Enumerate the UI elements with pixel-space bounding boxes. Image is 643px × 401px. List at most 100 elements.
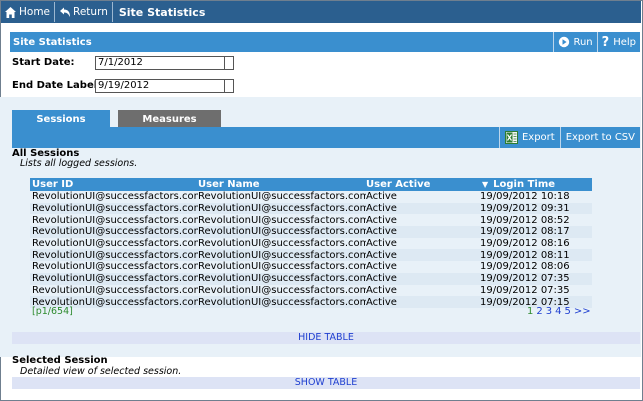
page-link-1[interactable]: 1 — [527, 306, 533, 317]
end-date-divider — [224, 79, 225, 93]
table-row[interactable]: RevolutionUI@successfactors.com Revolutio… — [30, 214, 592, 227]
section-header: Site Statistics Run ? Help — [10, 32, 640, 52]
run-button[interactable]: Run — [553, 32, 596, 52]
tab-sessions[interactable]: Sessions — [12, 110, 110, 128]
cell-user-active: Active — [366, 203, 397, 215]
cell-user-id: RevolutionUI@successfactors.com — [32, 284, 198, 296]
end-date-label: End Date Label: — [12, 80, 102, 91]
cell-login-time: 19/09/2012 08:16 — [480, 238, 570, 250]
page-info: [p1/654] — [32, 306, 73, 317]
cell-user-id: RevolutionUI@successfactors.com — [32, 226, 198, 238]
table-row[interactable]: RevolutionUI@successfactors.com Revolutio… — [30, 249, 592, 262]
table-row[interactable]: RevolutionUI@successfactors.com Revolutio… — [30, 272, 592, 285]
cell-user-active: Active — [366, 284, 397, 296]
sessions-table: User ID User Name User Active ▼ Login Tim… — [30, 178, 592, 308]
return-button[interactable]: Return — [55, 2, 113, 22]
cell-login-time: 19/09/2012 10:18 — [480, 191, 570, 203]
start-date-value: 7/1/2012 — [98, 57, 143, 68]
cell-user-id: RevolutionUI@successfactors.com — [32, 214, 198, 226]
page-link-2[interactable]: 2 — [536, 306, 542, 317]
export-label: Export — [521, 132, 555, 143]
table-body: RevolutionUI@successfactors.com Revolutio… — [30, 191, 592, 308]
page-link-5[interactable]: 5 — [565, 306, 571, 317]
table-row[interactable]: RevolutionUI@successfactors.com Revolutio… — [30, 191, 592, 203]
sort-descending-icon: ▼ — [482, 180, 489, 189]
run-icon — [559, 36, 570, 48]
cell-user-id: RevolutionUI@successfactors.com — [32, 273, 198, 285]
all-sessions-subtitle: Lists all logged sessions. — [20, 158, 138, 169]
cell-login-time: 19/09/2012 07:35 — [480, 273, 570, 285]
table-row[interactable]: RevolutionUI@successfactors.com Revolutio… — [30, 202, 592, 215]
column-header-user-id[interactable]: User ID — [30, 179, 198, 190]
table-row[interactable]: RevolutionUI@successfactors.com Revolutio… — [30, 284, 592, 297]
page-title: Site Statistics — [118, 5, 206, 19]
pagination: 1 2 3 4 5 >> — [527, 306, 591, 317]
section-title: Site Statistics — [13, 36, 92, 48]
table-row[interactable]: RevolutionUI@successfactors.com Revolutio… — [30, 226, 592, 238]
cell-login-time: 19/09/2012 09:31 — [480, 203, 570, 215]
help-icon: ? — [601, 34, 610, 50]
help-label: Help — [613, 36, 636, 48]
cell-user-name: RevolutionUI@successfactors.com — [198, 214, 366, 226]
end-date-input[interactable]: 9/19/2012 — [95, 79, 234, 93]
cell-user-active: Active — [366, 238, 397, 250]
cell-user-active: Active — [366, 273, 397, 285]
table-row[interactable]: RevolutionUI@successfactors.com Revolutio… — [30, 237, 592, 250]
return-label: Return — [73, 6, 108, 18]
top-nav-bar: Home Return Site Statistics — [1, 1, 641, 23]
cell-user-active: Active — [366, 296, 397, 308]
tab-measures[interactable]: Measures — [118, 110, 221, 128]
selected-session-subtitle: Detailed view of selected session. — [20, 366, 182, 377]
cell-user-name: RevolutionUI@successfactors.com — [198, 226, 366, 238]
home-icon — [5, 6, 16, 18]
page-next-link[interactable]: >> — [574, 306, 591, 317]
column-header-login-time[interactable]: ▼ Login Time — [480, 179, 592, 190]
cell-login-time: 19/09/2012 08:17 — [480, 226, 570, 238]
return-icon — [60, 7, 71, 17]
cell-user-active: Active — [366, 226, 397, 238]
page-link-4[interactable]: 4 — [555, 306, 561, 317]
export-csv-label: Export to CSV — [565, 132, 635, 143]
start-date-divider — [224, 56, 225, 70]
show-table-button[interactable]: SHOW TABLE — [12, 377, 640, 389]
cell-user-id: RevolutionUI@successfactors.com — [32, 191, 198, 203]
cell-user-id: RevolutionUI@successfactors.com — [32, 249, 198, 261]
cell-user-id: RevolutionUI@successfactors.com — [32, 238, 198, 250]
section-actions: Run ? Help — [553, 32, 640, 52]
end-date-value: 9/19/2012 — [98, 80, 150, 91]
selected-session-heading: Selected Session — [12, 355, 108, 366]
home-label: Home — [19, 6, 51, 18]
cell-user-name: RevolutionUI@successfactors.com — [198, 284, 366, 296]
hide-table-button[interactable]: HIDE TABLE — [12, 332, 640, 344]
table-header: User ID User Name User Active ▼ Login Tim… — [30, 178, 592, 191]
start-date-row: Start Date: — [12, 57, 75, 68]
cell-user-id: RevolutionUI@successfactors.com — [32, 203, 198, 215]
export-csv-button[interactable]: Export to CSV — [559, 127, 640, 148]
column-header-user-active[interactable]: User Active — [366, 179, 480, 190]
run-label: Run — [573, 36, 593, 48]
table-row[interactable]: RevolutionUI@successfactors.com Revolutio… — [30, 296, 592, 308]
cell-user-name: RevolutionUI@successfactors.com — [198, 191, 366, 203]
cell-user-name: RevolutionUI@successfactors.com — [198, 203, 366, 215]
cell-user-active: Active — [366, 249, 397, 261]
cell-user-active: Active — [366, 214, 397, 226]
excel-export-icon — [504, 131, 518, 144]
column-header-user-name[interactable]: User Name — [198, 179, 366, 190]
export-button[interactable]: Export — [498, 127, 560, 148]
cell-login-time: 19/09/2012 08:11 — [480, 249, 570, 261]
table-row[interactable]: RevolutionUI@successfactors.com Revolutio… — [30, 261, 592, 273]
start-date-label: Start Date: — [12, 57, 75, 68]
end-date-row: End Date Label: — [12, 80, 101, 91]
cell-user-name: RevolutionUI@successfactors.com — [198, 261, 366, 273]
login-time-label: Login Time — [493, 179, 556, 190]
cell-login-time: 19/09/2012 08:52 — [480, 214, 570, 226]
cell-user-active: Active — [366, 191, 397, 203]
start-date-input[interactable]: 7/1/2012 — [95, 56, 234, 70]
cell-user-id: RevolutionUI@successfactors.com — [32, 261, 198, 273]
cell-user-name: RevolutionUI@successfactors.com — [198, 273, 366, 285]
page-link-3[interactable]: 3 — [546, 306, 552, 317]
home-button[interactable]: Home — [1, 2, 56, 22]
cell-user-name: RevolutionUI@successfactors.com — [198, 296, 366, 308]
cell-user-name: RevolutionUI@successfactors.com — [198, 249, 366, 261]
help-button[interactable]: ? Help — [596, 32, 640, 52]
